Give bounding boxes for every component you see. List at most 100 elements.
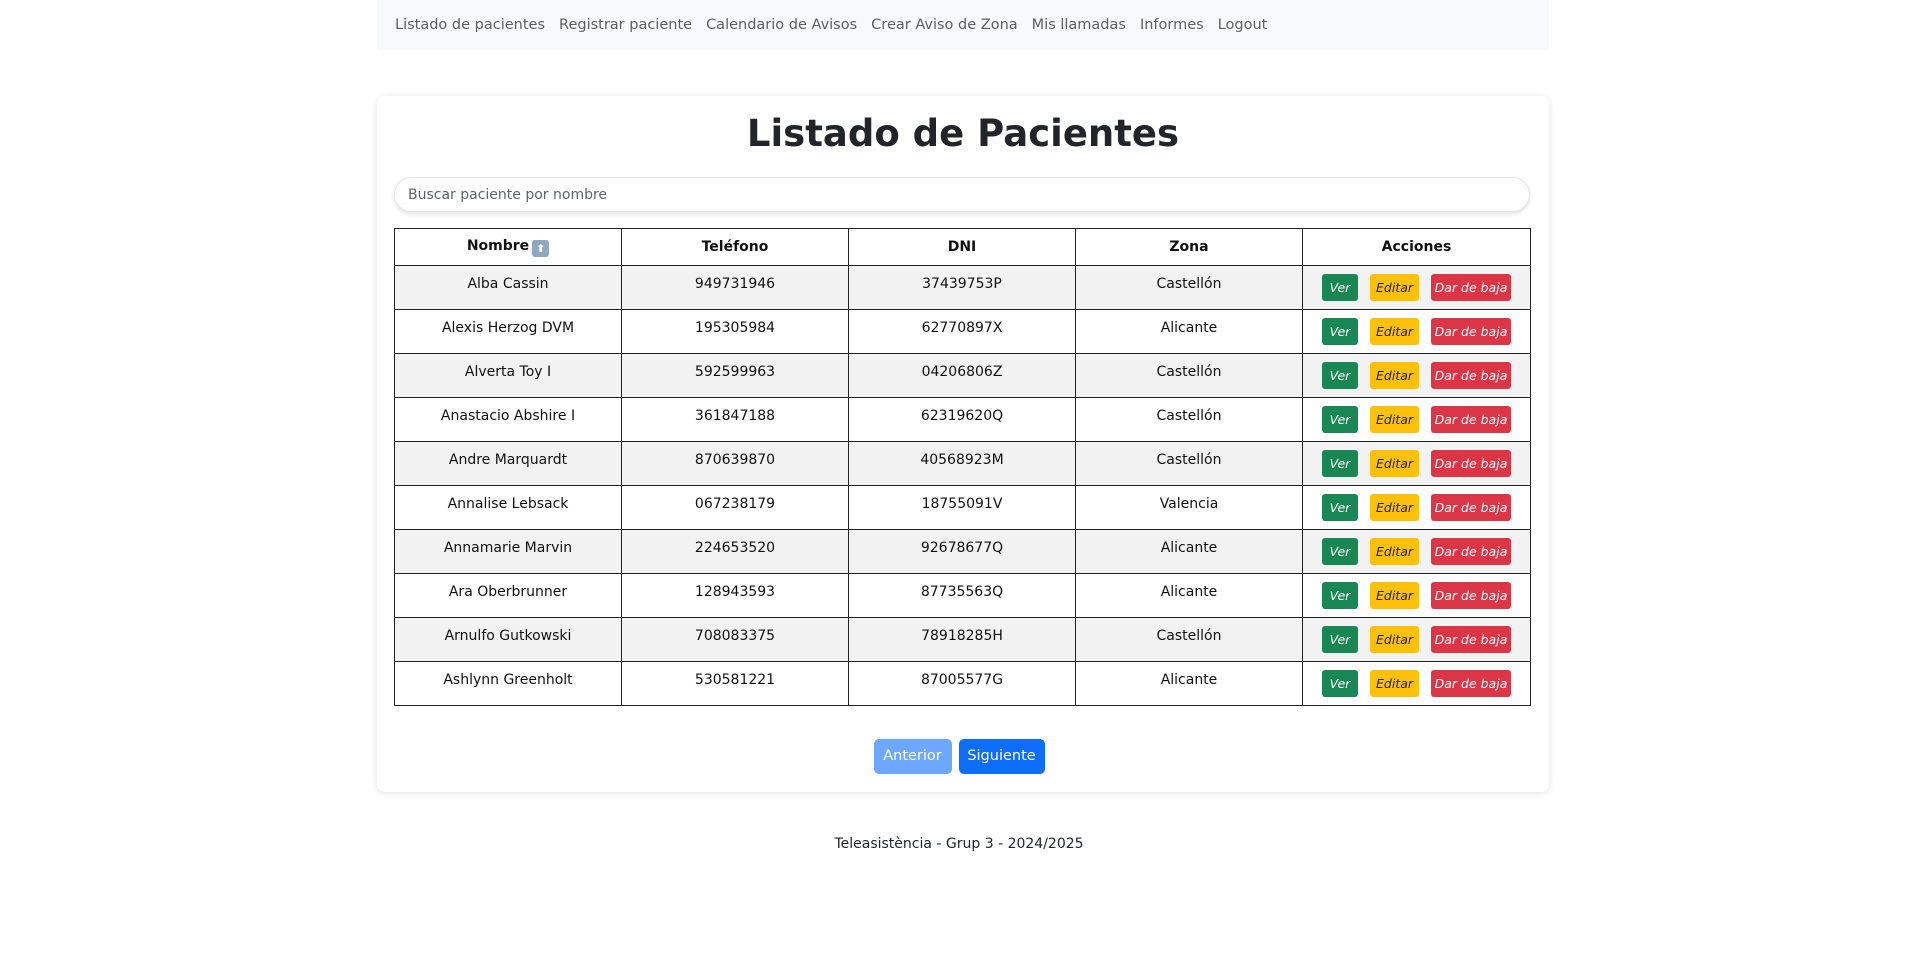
deactivate-button[interactable]: Dar de baja bbox=[1431, 626, 1511, 653]
row-actions: Ver Editar Dar de baja bbox=[1303, 274, 1530, 301]
cell-acciones: Ver Editar Dar de baja bbox=[1302, 441, 1531, 486]
cell-acciones: Ver Editar Dar de baja bbox=[1302, 573, 1531, 618]
nav-link-informes[interactable]: Informes bbox=[1140, 17, 1204, 33]
deactivate-button[interactable]: Dar de baja bbox=[1431, 670, 1511, 697]
column-header-nombre[interactable]: Nombre ⬆ bbox=[394, 228, 622, 266]
patients-table: Nombre ⬆ Teléfono DNI Zona Acciones Alba … bbox=[394, 228, 1531, 706]
view-button[interactable]: Ver bbox=[1322, 670, 1358, 697]
cell-dni: 78918285H bbox=[848, 617, 1076, 662]
edit-button[interactable]: Editar bbox=[1370, 318, 1419, 345]
nav-link-calendario-avisos[interactable]: Calendario de Avisos bbox=[706, 17, 857, 33]
table-row: Arnulfo Gutkowski 708083375 78918285H Caste… bbox=[394, 617, 1531, 662]
table-row: Alexis Herzog DVM 195305984 62770897X Alica… bbox=[394, 309, 1531, 354]
cell-dni: 87005577G bbox=[848, 661, 1076, 706]
edit-button[interactable]: Editar bbox=[1370, 450, 1419, 477]
view-button[interactable]: Ver bbox=[1322, 538, 1358, 565]
table-row: Andre Marquardt 870639870 40568923M Castell… bbox=[394, 441, 1531, 486]
view-button[interactable]: Ver bbox=[1322, 274, 1358, 301]
deactivate-button[interactable]: Dar de baja bbox=[1431, 582, 1511, 609]
view-button[interactable]: Ver bbox=[1322, 582, 1358, 609]
edit-button[interactable]: Editar bbox=[1370, 362, 1419, 389]
footer-text: Teleasistència - Grup 3 - 2024/2025 bbox=[834, 836, 1084, 852]
deactivate-button[interactable]: Dar de baja bbox=[1431, 450, 1511, 477]
cell-dni: 62770897X bbox=[848, 309, 1076, 354]
table-row: Ashlynn Greenholt 530581221 87005577G Alica… bbox=[394, 661, 1531, 706]
edit-button[interactable]: Editar bbox=[1370, 538, 1419, 565]
edit-button[interactable]: Editar bbox=[1370, 626, 1419, 653]
deactivate-button[interactable]: Dar de baja bbox=[1431, 538, 1511, 565]
search-input[interactable] bbox=[394, 177, 1530, 212]
cell-nombre: Andre Marquardt bbox=[394, 441, 622, 486]
next-page-button[interactable]: Siguiente bbox=[958, 739, 1045, 774]
row-actions: Ver Editar Dar de baja bbox=[1303, 626, 1530, 653]
deactivate-button[interactable]: Dar de baja bbox=[1431, 318, 1511, 345]
deactivate-button[interactable]: Dar de baja bbox=[1431, 274, 1511, 301]
cell-nombre: Arnulfo Gutkowski bbox=[394, 617, 622, 662]
cell-zona: Castellón bbox=[1075, 397, 1303, 442]
edit-button[interactable]: Editar bbox=[1370, 670, 1419, 697]
table-row: Anastacio Abshire I 361847188 62319620Q Cas… bbox=[394, 397, 1531, 442]
cell-dni: 87735563Q bbox=[848, 573, 1076, 618]
sort-ascending-icon[interactable]: ⬆ bbox=[532, 239, 550, 257]
view-button[interactable]: Ver bbox=[1322, 626, 1358, 653]
row-actions: Ver Editar Dar de baja bbox=[1303, 318, 1530, 345]
deactivate-button[interactable]: Dar de baja bbox=[1431, 494, 1511, 521]
nav-link-mis-llamadas[interactable]: Mis llamadas bbox=[1032, 17, 1126, 33]
cell-zona: Castellón bbox=[1075, 617, 1303, 662]
cell-nombre: Ara Oberbrunner bbox=[394, 573, 622, 618]
cell-telefono: 195305984 bbox=[621, 309, 849, 354]
table-row: Alverta Toy I 592599963 04206806Z Castellón… bbox=[394, 353, 1531, 398]
edit-button[interactable]: Editar bbox=[1370, 494, 1419, 521]
table-header-row: Nombre ⬆ Teléfono DNI Zona Acciones bbox=[394, 228, 1531, 266]
cell-zona: Alicante bbox=[1075, 661, 1303, 706]
edit-button[interactable]: Editar bbox=[1370, 274, 1419, 301]
view-button[interactable]: Ver bbox=[1322, 318, 1358, 345]
edit-button[interactable]: Editar bbox=[1370, 582, 1419, 609]
cell-zona: Castellón bbox=[1075, 265, 1303, 310]
cell-acciones: Ver Editar Dar de baja bbox=[1302, 397, 1531, 442]
row-actions: Ver Editar Dar de baja bbox=[1303, 406, 1530, 433]
view-button[interactable]: Ver bbox=[1322, 494, 1358, 521]
deactivate-button[interactable]: Dar de baja bbox=[1431, 406, 1511, 433]
row-actions: Ver Editar Dar de baja bbox=[1303, 362, 1530, 389]
cell-dni: 40568923M bbox=[848, 441, 1076, 486]
cell-zona: Alicante bbox=[1075, 309, 1303, 354]
cell-acciones: Ver Editar Dar de baja bbox=[1302, 309, 1531, 354]
cell-telefono: 224653520 bbox=[621, 529, 849, 574]
row-actions: Ver Editar Dar de baja bbox=[1303, 538, 1530, 565]
cell-zona: Valencia bbox=[1075, 485, 1303, 530]
cell-acciones: Ver Editar Dar de baja bbox=[1302, 617, 1531, 662]
row-actions: Ver Editar Dar de baja bbox=[1303, 450, 1530, 477]
cell-nombre: Alverta Toy I bbox=[394, 353, 622, 398]
cell-nombre: Annalise Lebsack bbox=[394, 485, 622, 530]
previous-page-button[interactable]: Anterior bbox=[873, 739, 952, 774]
nav-link-logout[interactable]: Logout bbox=[1218, 17, 1268, 33]
cell-nombre: Alba Cassin bbox=[394, 265, 622, 310]
table-row: Ara Oberbrunner 128943593 87735563Q Alicant… bbox=[394, 573, 1531, 618]
table-row: Alba Cassin 949731946 37439753P Castellón Ve… bbox=[394, 265, 1531, 310]
nav-link-registrar-paciente[interactable]: Registrar paciente bbox=[559, 17, 692, 33]
cell-zona: Alicante bbox=[1075, 573, 1303, 618]
view-button[interactable]: Ver bbox=[1322, 450, 1358, 477]
cell-dni: 92678677Q bbox=[848, 529, 1076, 574]
cell-zona: Castellón bbox=[1075, 353, 1303, 398]
table-row: Annalise Lebsack 067238179 18755091V Valenc… bbox=[394, 485, 1531, 530]
row-actions: Ver Editar Dar de baja bbox=[1303, 670, 1530, 697]
cell-dni: 37439753P bbox=[848, 265, 1076, 310]
edit-button[interactable]: Editar bbox=[1370, 406, 1419, 433]
column-header-acciones: Acciones bbox=[1302, 228, 1531, 266]
cell-acciones: Ver Editar Dar de baja bbox=[1302, 353, 1531, 398]
deactivate-button[interactable]: Dar de baja bbox=[1431, 362, 1511, 389]
cell-acciones: Ver Editar Dar de baja bbox=[1302, 485, 1531, 530]
pagination: Anterior Siguiente bbox=[0, 739, 1918, 774]
nav-link-listado-pacientes[interactable]: Listado de pacientes bbox=[395, 17, 545, 33]
cell-nombre: Annamarie Marvin bbox=[394, 529, 622, 574]
cell-zona: Castellón bbox=[1075, 441, 1303, 486]
cell-dni: 04206806Z bbox=[848, 353, 1076, 398]
view-button[interactable]: Ver bbox=[1322, 362, 1358, 389]
nav-link-crear-aviso-zona[interactable]: Crear Aviso de Zona bbox=[871, 17, 1017, 33]
row-actions: Ver Editar Dar de baja bbox=[1303, 582, 1530, 609]
cell-telefono: 949731946 bbox=[621, 265, 849, 310]
cell-acciones: Ver Editar Dar de baja bbox=[1302, 661, 1531, 706]
view-button[interactable]: Ver bbox=[1322, 406, 1358, 433]
